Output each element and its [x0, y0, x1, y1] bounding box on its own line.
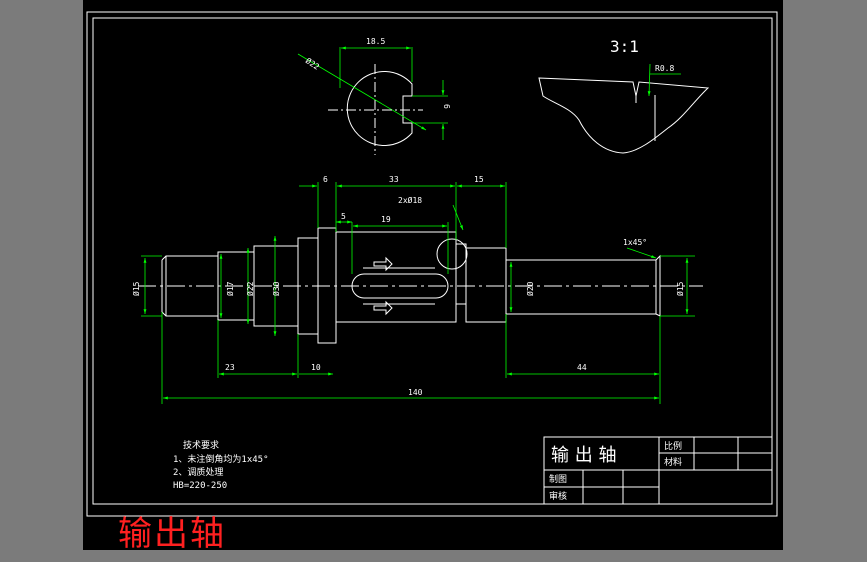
dia-right-end: Ø15 [675, 281, 685, 296]
section-view: 18.5 Ø22 6 [297, 37, 451, 155]
top-dim-15: 15 [474, 175, 484, 184]
tech-req-line-2: 2、调质处理 [173, 466, 223, 478]
tech-req-line-3: HB=220-250 [173, 481, 227, 491]
detail-view: 3:1 R0.8 [538, 37, 710, 154]
top-dim-5: 5 [341, 212, 346, 221]
technical-requirements: 技术要求 1、未注倒角均为1x45° 2、调质处理 HB=220-250 [173, 439, 269, 491]
bottom-dimensions: 23 10 44 140 [161, 312, 661, 404]
detail-scale: 3:1 [610, 37, 639, 56]
detail-callout-circle [436, 238, 468, 270]
dia-17: Ø17 [225, 281, 235, 296]
chamfer-label: 1x45° [623, 238, 647, 247]
bottom-dim-10: 10 [311, 363, 321, 372]
bottom-dim-total: 140 [408, 388, 423, 397]
section-depth-dim: 6 [442, 104, 451, 109]
cad-drawing: 18.5 Ø22 6 3:1 R0.8 Ø15 Ø17 Ø22 Ø30 Ø20 … [86, 11, 778, 517]
drawing-caption: 输出轴 [118, 514, 226, 554]
top-dim-33: 33 [389, 175, 399, 184]
shaft-main-view [138, 227, 703, 344]
section-diameter-dim: Ø22 [304, 55, 322, 71]
top-dim-19: 19 [381, 215, 391, 224]
title-checked-label: 审核 [549, 490, 567, 502]
bottom-dim-44: 44 [577, 363, 587, 372]
tech-req-line-1: 1、未注倒角均为1x45° [173, 453, 269, 465]
top-dim-chamfer: 2xØ18 [398, 195, 422, 205]
detail-profile [538, 77, 710, 154]
dia-30: Ø30 [271, 281, 281, 296]
detail-radius: R0.8 [655, 64, 674, 73]
dia-left-end: Ø15 [131, 281, 141, 296]
title-drawn-label: 制图 [549, 473, 567, 485]
cad-viewport[interactable]: 18.5 Ø22 6 3:1 R0.8 Ø15 Ø17 Ø22 Ø30 Ø20 … [83, 0, 783, 550]
dia-right-mid: Ø20 [525, 281, 535, 296]
inner-border [92, 17, 773, 505]
top-dim-6: 6 [323, 175, 328, 184]
section-width-dim: 18.5 [366, 37, 385, 46]
bottom-dim-23: 23 [225, 363, 235, 372]
title-block: 输 出 轴 比例 材料 制图 审核 [543, 436, 773, 505]
title-part-name: 输 出 轴 [551, 445, 616, 466]
tech-req-title: 技术要求 [183, 439, 219, 451]
title-material-label: 材料 [664, 456, 682, 468]
title-scale-label: 比例 [664, 440, 682, 452]
top-dimensions: 6 33 15 5 19 2xØ18 [299, 175, 507, 274]
shaft-section [346, 71, 413, 146]
dia-22: Ø22 [245, 281, 255, 296]
